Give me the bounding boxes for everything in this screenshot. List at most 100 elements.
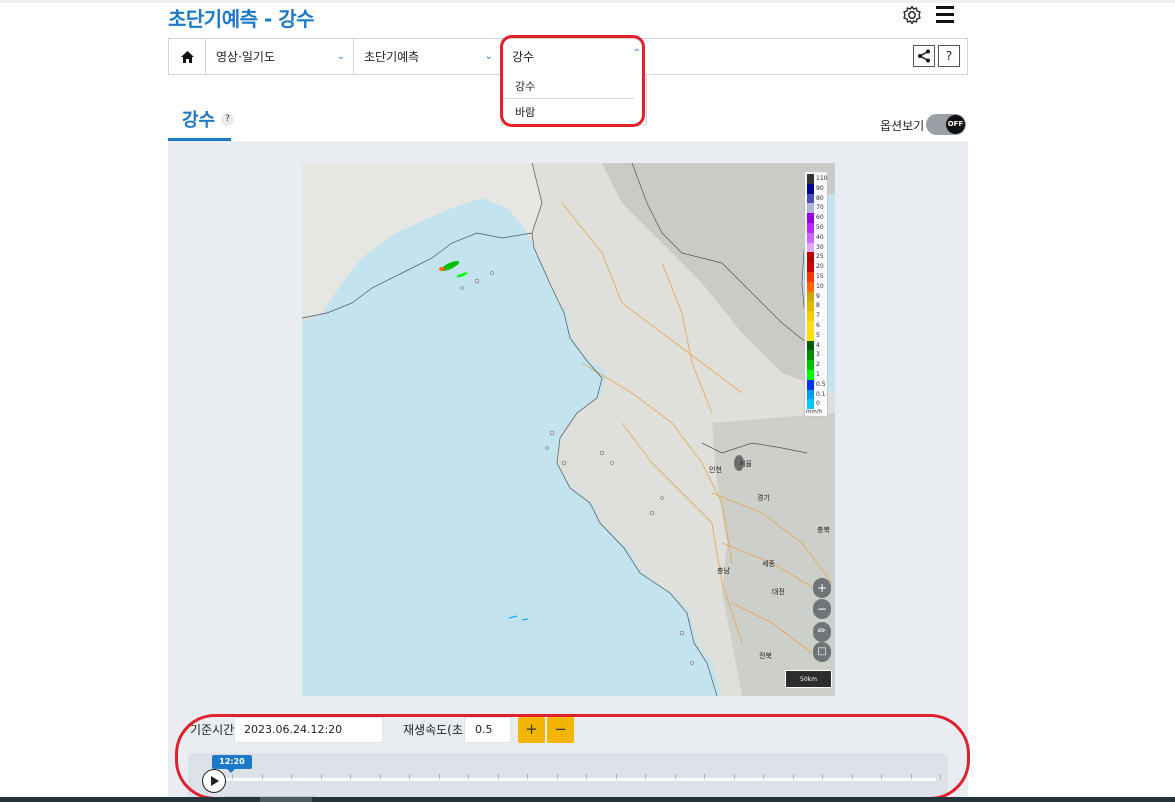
legend-level: 2 (807, 360, 827, 370)
gear-icon[interactable] (902, 5, 922, 25)
breadcrumb-item-nowcast[interactable]: 초단기예측 ⌄ (354, 39, 502, 74)
legend-label: 20 (816, 263, 824, 271)
map-label: 세종 (762, 560, 775, 568)
map-label: 충남 (717, 567, 730, 575)
legend-swatch (807, 213, 814, 223)
legend-label: 3 (816, 351, 820, 359)
share-button[interactable] (913, 45, 935, 67)
legend-label: 25 (816, 253, 824, 261)
legend-level: 20 (807, 262, 827, 272)
zoom-in-button[interactable]: + (813, 578, 831, 598)
option-view-toggle[interactable]: OFF (926, 114, 966, 135)
breadcrumb-label: 영상·일기도 (216, 50, 276, 64)
map-label: 충북 (817, 526, 830, 534)
legend-label: 110 (816, 175, 828, 182)
legend-label: 9 (816, 292, 820, 300)
legend-level: 110 (807, 174, 827, 184)
legend-swatch (807, 183, 814, 194)
legend-swatch (807, 379, 814, 390)
legend-label: 0.5 (816, 380, 826, 388)
map-label: 대전 (772, 588, 785, 596)
share-icon (918, 49, 930, 63)
chevron-down-icon: ⌄ (484, 51, 493, 62)
legend-label: 1 (816, 371, 820, 378)
legend-label: 50 (816, 224, 824, 231)
legend-swatch (807, 370, 814, 380)
legend-swatch (807, 281, 814, 292)
breadcrumb-item-imagery[interactable]: 영상·일기도 ⌄ (206, 39, 354, 74)
legend-label: 40 (816, 233, 824, 241)
highlight-annotation-controls (175, 714, 970, 800)
legend-swatch (807, 242, 814, 253)
legend-label: 2 (816, 361, 820, 369)
map-label: 서울 (739, 460, 752, 468)
legend-level: 6 (807, 321, 827, 331)
legend-swatch (807, 174, 814, 184)
legend-swatch (807, 291, 814, 302)
legend-swatch (807, 193, 814, 204)
legend-label: 15 (816, 273, 824, 280)
home-button[interactable] (169, 39, 206, 74)
bottom-strip (0, 797, 1175, 802)
legend-swatch (807, 321, 814, 331)
legend-swatch (807, 301, 814, 312)
legend-swatch (807, 232, 814, 243)
legend-level: 4 (807, 340, 827, 351)
tab-label: 강수 (182, 110, 216, 131)
legend-swatch (807, 311, 814, 321)
legend-label: 4 (816, 341, 820, 349)
page-title: 초단기예측 - 강수 (168, 7, 315, 31)
legend-level: 0 (807, 399, 827, 410)
legend-label: 70 (816, 204, 824, 212)
tab-precipitation[interactable]: 강수 ? (168, 104, 234, 141)
legend-level: 30 (807, 242, 827, 253)
highlight-annotation-dropdown (500, 35, 645, 127)
breadcrumb-label: 초단기예측 (364, 50, 420, 64)
legend-label: 10 (816, 282, 824, 290)
help-icon[interactable]: ? (221, 113, 234, 126)
scale-bar: 50km (785, 670, 832, 688)
legend-swatch (807, 340, 814, 351)
legend-label: 30 (816, 243, 824, 251)
map-layer-icon[interactable]: □ (813, 642, 831, 662)
map-label: 경기 (757, 494, 770, 502)
legend-label: 0 (816, 400, 820, 408)
legend-label: 7 (816, 312, 820, 320)
legend-label: 0.1 (816, 390, 826, 398)
legend-level: 70 (807, 203, 827, 214)
map-canvas (302, 163, 835, 696)
legend-level: 1 (807, 370, 827, 380)
legend-label: 80 (816, 194, 824, 202)
zoom-out-button[interactable]: − (813, 599, 831, 619)
legend-level: 8 (807, 301, 827, 312)
legend-level: 0.1 (807, 389, 827, 400)
legend-label: 90 (816, 184, 824, 192)
option-view-label: 옵션보기 (880, 119, 925, 133)
legend-level: 3 (807, 350, 827, 361)
legend-unit: mm/h (806, 409, 823, 415)
legend-level: 15 (807, 272, 827, 282)
legend-swatch (807, 350, 814, 361)
legend-level: 0.5 (807, 379, 827, 390)
chevron-down-icon: ⌄ (336, 51, 345, 62)
map-label: 인천 (709, 466, 722, 474)
legend-swatch (807, 389, 814, 400)
legend-level: 60 (807, 213, 827, 223)
radar-map[interactable]: 인천 서울 경기 충북 충남 세종 대전 전북 110 90 80 70 60 50 40 3… (302, 163, 835, 696)
ruler-icon[interactable]: ✏ (813, 622, 831, 642)
map-label: 전북 (759, 652, 772, 660)
legend-level: 25 (807, 252, 827, 263)
legend-level: 90 (807, 183, 827, 194)
legend-label: 60 (816, 214, 824, 222)
help-button[interactable]: ? (938, 45, 960, 67)
legend-level: 7 (807, 311, 827, 321)
legend-level: 10 (807, 281, 827, 292)
legend-label: 5 (816, 331, 820, 339)
content-panel: 인천 서울 경기 충북 충남 세종 대전 전북 110 90 80 70 60 50 40 3… (168, 141, 968, 802)
hamburger-menu-icon[interactable] (936, 6, 954, 23)
page: 초단기예측 - 강수 영상·일기도 ⌄ 초단기예측 ⌄ 강수 ⌃ ? 강수 바람… (0, 0, 1175, 802)
home-icon (180, 50, 194, 63)
legend-level: 80 (807, 193, 827, 204)
legend-level: 50 (807, 223, 827, 233)
legend-swatch (807, 330, 814, 341)
